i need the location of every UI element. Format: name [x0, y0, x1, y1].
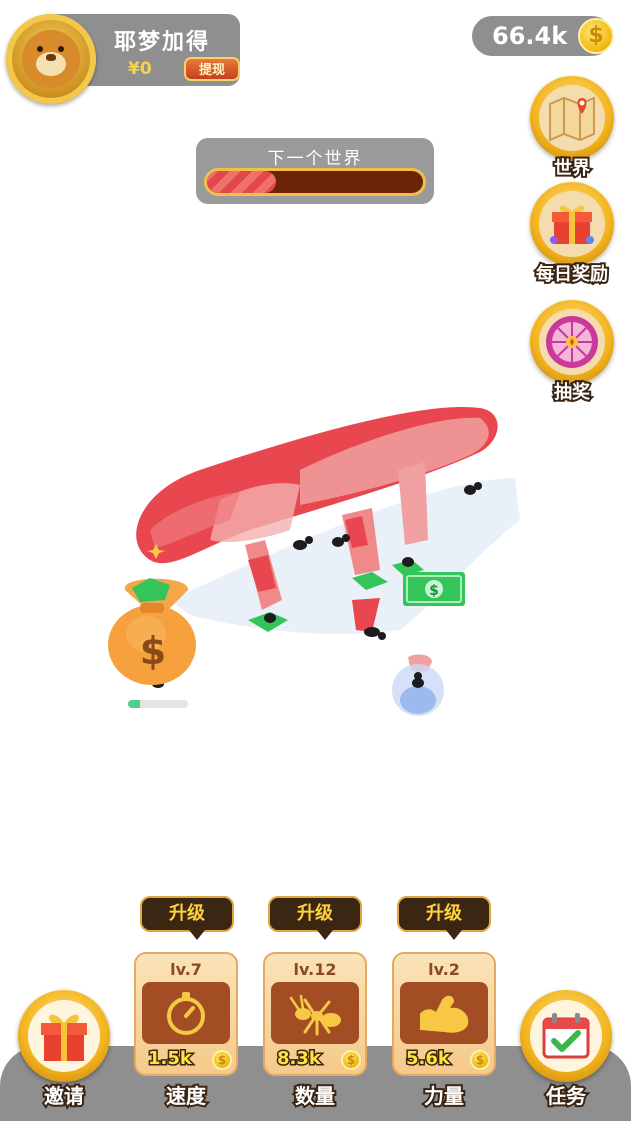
coin-counter: 66.4k $ — [472, 16, 614, 56]
svg-text:$: $ — [140, 629, 166, 673]
tasks-button[interactable] — [520, 990, 612, 1082]
money-bag-progress — [128, 700, 188, 708]
cash-bill: $ — [403, 572, 465, 606]
world-button-label: 世界 — [552, 156, 592, 181]
progress-track — [207, 171, 423, 193]
world-button-frame — [530, 76, 614, 160]
coin-icon: $ — [578, 18, 614, 54]
next-world-progress-bar — [204, 168, 426, 196]
invite-label: 邀请 — [42, 1082, 86, 1110]
daily-reward-label: 每日奖励 — [534, 262, 610, 287]
tasks-label: 任务 — [544, 1082, 588, 1110]
strength-level: lv.2 — [428, 960, 460, 979]
next-world-progress: 下一个世界 — [196, 138, 434, 204]
progress-fill — [207, 171, 277, 193]
quantity-price: 8.3k — [276, 1047, 323, 1071]
stopwatch-icon — [142, 982, 230, 1044]
coin-icon: $ — [341, 1050, 361, 1070]
strength-price: 5.6k — [405, 1047, 452, 1071]
invite-button[interactable] — [18, 990, 110, 1082]
strength-label: 力量 — [422, 1082, 466, 1110]
speed-price: 1.5k — [147, 1047, 194, 1071]
lion-eye — [58, 46, 64, 52]
gift-box-icon — [539, 191, 605, 257]
strength-upgrade-card[interactable]: lv.2 5.6k $ — [392, 952, 496, 1076]
player-name: 耶梦加得 — [114, 30, 211, 55]
coin-icon: $ — [470, 1050, 490, 1070]
coin-amount: 66.4k — [492, 22, 568, 50]
withdraw-button[interactable]: 提现 — [184, 57, 240, 81]
lion-eye — [37, 46, 43, 52]
speed-label: 速度 — [164, 1082, 208, 1110]
lottery-label: 抽奖 — [552, 380, 592, 405]
lottery-button-frame — [530, 300, 614, 384]
quantity-label: 数量 — [293, 1082, 337, 1110]
svg-text:$: $ — [429, 583, 439, 599]
ant-icon — [271, 982, 359, 1044]
money-bag: $ — [108, 578, 196, 685]
money-bag-progress-fill — [128, 700, 140, 708]
coin-icon: $ — [212, 1050, 232, 1070]
speed-level: lv.7 — [170, 960, 202, 979]
gift-icon — [28, 1000, 100, 1072]
quantity-level: lv.12 — [293, 960, 337, 979]
next-world-label: 下一个世界 — [267, 149, 363, 169]
daily-reward-button-frame — [530, 182, 614, 266]
strength-upgrade-tip[interactable]: 升级 — [397, 896, 491, 940]
lion-avatar-icon[interactable] — [6, 14, 96, 104]
quantity-upgrade-tip[interactable]: 升级 — [268, 896, 362, 940]
prize-wheel-icon — [539, 309, 605, 375]
cash-balance: ¥0 — [128, 59, 152, 79]
quantity-upgrade-card[interactable]: lv.12 8.3k $ — [263, 952, 367, 1076]
speed-upgrade-tip[interactable]: 升级 — [140, 896, 234, 940]
muscle-arm-icon — [400, 982, 488, 1044]
calendar-check-icon — [530, 1000, 602, 1072]
map-icon — [539, 85, 605, 151]
lion-nose — [46, 54, 56, 61]
speed-upgrade-card[interactable]: lv.7 1.5k $ — [134, 952, 238, 1076]
player-profile: 耶梦加得 ¥0 提现 — [6, 14, 240, 104]
